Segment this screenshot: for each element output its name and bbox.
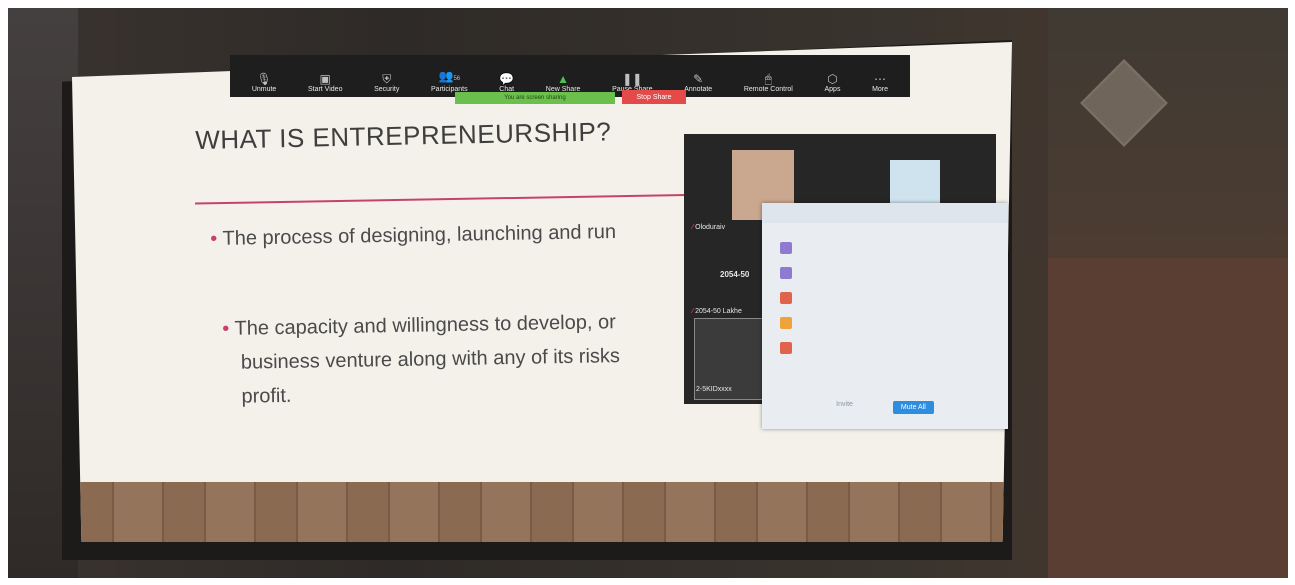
participant-name-2: ⁄ 2054-50 Lakhe xyxy=(692,308,742,315)
unmute-label: Unmute xyxy=(251,86,277,93)
annotate-button[interactable]: ✎ Annotate xyxy=(684,72,712,97)
participant-name-1: ⁄ Oloduraiv xyxy=(692,224,726,231)
bullet-2-line-3: profit. xyxy=(241,384,292,408)
security-button[interactable]: ⛨ Security xyxy=(374,72,399,97)
invite-button[interactable]: Invite xyxy=(836,401,853,414)
start-video-button[interactable]: ▣ Start Video xyxy=(308,72,343,97)
stop-share-button[interactable]: Stop Share xyxy=(622,90,686,104)
share-screen-icon: ▲ xyxy=(557,72,570,86)
bullet-2-line-2: business venture along with any of its r… xyxy=(240,345,621,374)
remote-control-label: Remote Control xyxy=(743,86,793,93)
stop-share-label: Stop Share xyxy=(636,93,672,101)
security-label: Security xyxy=(374,86,400,93)
remote-control-button[interactable]: 🖱 Remote Control xyxy=(744,72,793,97)
video-camera-icon: ▣ xyxy=(319,72,331,86)
avatar xyxy=(780,266,792,279)
participant-id-1: 2054-50 xyxy=(720,270,750,279)
mute-all-button[interactable]: Mute All xyxy=(892,401,934,414)
participants-count: 56 xyxy=(453,76,461,82)
bullet-dot: • xyxy=(222,317,235,340)
more-label: More xyxy=(872,86,889,93)
participant-name-2-text: 2054-50 Lakhe xyxy=(695,308,742,315)
avatar xyxy=(780,291,792,304)
pause-icon: ❚❚ xyxy=(622,72,643,86)
participant-name-1-text: Oloduraiv xyxy=(695,224,726,231)
list-item[interactable] xyxy=(762,310,1008,335)
pencil-icon: ✎ xyxy=(693,72,704,86)
apps-label: Apps xyxy=(824,86,841,93)
apps-button[interactable]: ⬡ Apps xyxy=(824,72,840,97)
avatar xyxy=(780,341,792,354)
zoom-toolbar: 🎙 Unmute ▣ Start Video ⛨ Security 👥56 Pa… xyxy=(230,55,910,97)
screen-floor-background xyxy=(72,482,1012,542)
people-icon: 👥56 xyxy=(438,69,461,83)
screen-sharing-notice: You are screen sharing xyxy=(455,92,615,104)
shield-icon: ⛨ xyxy=(382,72,392,86)
microphone-icon: 🎙 xyxy=(256,72,272,86)
annotate-label: Annotate xyxy=(684,86,713,93)
share-notice-text: You are screen sharing xyxy=(504,95,566,101)
bullet-2-line-1: The capacity and willingness to develop,… xyxy=(234,311,616,340)
slide-bullet-1: • The process of designing, launching an… xyxy=(210,215,616,256)
bullet-dot: • xyxy=(210,227,223,250)
more-button[interactable]: ⋯ More xyxy=(872,72,888,97)
mouse-icon: 🖱 xyxy=(764,72,772,86)
list-item[interactable] xyxy=(762,235,1008,260)
list-item[interactable] xyxy=(762,335,1008,360)
avatar xyxy=(780,316,792,329)
participants-popup: Invite Mute All xyxy=(762,203,1008,429)
participant-avatar-tile[interactable] xyxy=(890,160,940,208)
unmute-button[interactable]: 🎙 Unmute xyxy=(252,72,277,97)
ellipsis-icon: ⋯ xyxy=(874,72,887,86)
avatar xyxy=(780,241,792,254)
list-item[interactable] xyxy=(762,260,1008,285)
popup-header xyxy=(762,203,1008,223)
bullet-1-text: The process of designing, launching and … xyxy=(222,220,617,250)
apps-icon: ⬡ xyxy=(827,72,838,86)
start-video-label: Start Video xyxy=(307,86,343,93)
popup-buttons: Invite Mute All xyxy=(762,401,1008,414)
participant-name-3: 2-5KIDxxxx xyxy=(696,386,732,393)
popup-subtitle xyxy=(762,223,1008,235)
room-right-wall-lower xyxy=(1048,258,1288,578)
chat-icon: 💬 xyxy=(499,72,515,86)
slide-bullet-2: • The capacity and willingness to develo… xyxy=(222,305,621,414)
list-item[interactable] xyxy=(762,285,1008,310)
